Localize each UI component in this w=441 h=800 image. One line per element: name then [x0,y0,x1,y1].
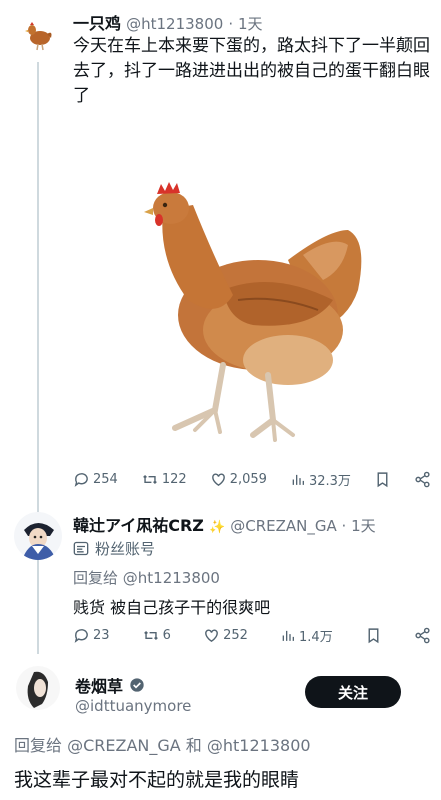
reply-icon [74,628,88,643]
tweet-header: 韓辻アイ凩祐CRZ ✨ @CREZAN_GA · 1天 [73,512,376,536]
views-button[interactable]: 32.3万 [290,470,351,489]
heart-icon [211,472,225,486]
avatar[interactable] [21,16,57,52]
chicken-icon [25,22,52,51]
author-name[interactable]: 韓辻アイ凩祐CRZ [73,516,204,535]
reply-button[interactable]: 254 [73,471,118,488]
avatar[interactable] [14,512,62,560]
chicken-photo-icon [144,182,362,442]
like-button[interactable]: 2,059 [210,471,267,488]
like-count: 252 [223,627,248,643]
views-icon [282,630,295,641]
retweet-icon [143,630,158,640]
retweet-count: 6 [162,627,171,643]
share-button[interactable] [414,627,431,644]
anime-character-icon [14,512,62,560]
like-count: 2,059 [229,471,267,487]
author-handle[interactable]: @CREZAN_GA · 1天 [230,517,375,535]
bookmark-button[interactable] [365,627,382,644]
reply-icon [74,472,88,487]
retweet-button[interactable]: 122 [141,471,187,488]
tweet-text: 我这辈子最对不起的就是我的眼睛 [14,769,300,791]
reply-to-label[interactable]: 回复给 @ht1213800 [73,567,220,588]
avatar[interactable] [16,666,60,710]
character-icon [16,666,60,710]
bookmark-icon [377,471,388,487]
reply-to-label[interactable]: 回复给 @CREZAN_GA 和 @ht1213800 [14,732,311,756]
tweet-text: 今天在车上本来要下蛋的，路太抖下了一半颠回去了，抖了一路进进出出的被自己的蛋干翻… [73,36,430,106]
tweet-header: 一只鸡 @ht1213800 · 1天 [73,10,263,34]
retweet-count: 122 [161,471,187,487]
tweet-actions: 23 6 252 1.4万 [73,623,431,647]
bookmark-button[interactable] [374,471,391,488]
author-name[interactable]: 一只鸡 [73,14,121,33]
views-button[interactable]: 1.4万 [280,626,333,645]
verified-icon [130,678,144,692]
share-icon [415,627,430,643]
follow-button[interactable]: 关注 [305,676,401,708]
tweet-media[interactable] [73,150,433,455]
fan-badge-icon [73,541,89,556]
bookmark-icon [368,627,379,643]
views-icon [292,474,304,485]
thread-line [37,62,39,654]
fan-badge-label: 粉丝账号 [95,540,156,558]
share-button[interactable] [414,471,431,488]
author-name[interactable]: 卷烟草 [75,673,123,697]
retweet-icon [142,474,157,484]
tweet-time[interactable]: · 1天 [228,15,262,33]
author-handle[interactable]: @idttuanymore [75,697,191,715]
views-count: 1.4万 [299,629,333,645]
tweet-actions: 254 122 2,059 32.3万 [73,467,431,491]
tweet-text: 贱货 被自己孩子干的很爽吧 [73,598,271,617]
retweet-button[interactable]: 6 [142,627,171,644]
reply-count: 23 [93,627,110,643]
author-handle[interactable]: @ht1213800 [126,15,223,33]
heart-icon [205,628,218,642]
views-count: 32.3万 [308,473,351,489]
author-name-row: 卷烟草 [75,673,145,697]
share-icon [415,471,430,487]
sparkle-icon: ✨ [208,520,226,535]
fan-account-badge: 粉丝账号 [73,538,155,559]
reply-button[interactable]: 23 [73,627,110,644]
reply-count: 254 [93,471,118,487]
like-button[interactable]: 252 [203,627,248,644]
